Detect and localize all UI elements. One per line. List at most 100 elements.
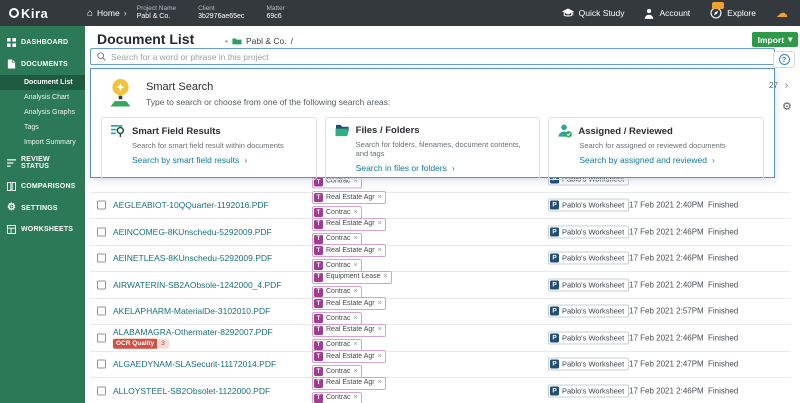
remove-tag-icon[interactable]: × [378,379,382,387]
table-row: ALLOYSTEEL-SB2Obsolet-1122000.PDF T Real… [90,378,791,403]
document-link[interactable]: ALLOYSTEEL-SB2Obsolet-1122000.PDF [113,386,270,396]
row-checkbox[interactable] [97,227,106,236]
document-link[interactable]: AEGLEABIOT-10QQuarter-1192016.PDF [113,200,269,210]
import-date: 17 Feb 2021 2:46PM [629,227,704,236]
sidebar-subitem-analysis-graphs[interactable]: Analysis Graphs [0,105,85,120]
tag-pill[interactable]: T Real Estate Agr × [312,191,386,204]
remove-tag-icon[interactable]: × [383,273,387,281]
remove-tag-icon[interactable]: × [354,315,358,323]
worksheet-badge[interactable]: P Pablo's Worksheet [548,358,629,371]
tag-icon: T [314,220,323,229]
row-checkbox[interactable] [97,201,106,210]
sidebar-item-comparisons[interactable]: COMPARISONS [0,176,85,197]
document-link[interactable]: AIRWATERIN-SB2AObsole-1242000_4.PDF [113,280,282,290]
tag-pill[interactable]: T Real Estate Agr × [312,350,386,363]
remove-tag-icon[interactable]: × [378,194,382,202]
card-smart-field-results[interactable]: Smart Field Results Search for smart fie… [101,117,317,180]
tag-pill[interactable]: T Equipment Lease × [312,271,392,284]
smart-search-subtitle: Type to search or choose from one of the… [146,97,390,107]
sidebar-subitem-document-list[interactable]: Document List [0,75,85,90]
row-checkbox[interactable] [97,254,106,263]
remove-tag-icon[interactable]: × [378,247,382,255]
sidebar-item-worksheets[interactable]: WORKSHEETS [0,219,85,240]
remove-tag-icon[interactable]: × [378,326,382,334]
ocr-quality-label: OCR Quality [113,339,157,350]
search-in-files-link[interactable]: Search in files or folders › [356,163,531,173]
tag-label: Contrac [326,288,351,296]
row-checkbox[interactable] [97,307,106,316]
row-checkbox[interactable] [97,280,106,289]
remove-tag-icon[interactable]: × [354,288,358,296]
sidebar-item-review-status[interactable]: REVIEW STATUS [0,150,85,176]
document-link[interactable]: AEINETLEAS-8KUnschedu-5292009.PDF [113,253,272,263]
client-label: Client [198,5,244,13]
explore-button[interactable]: Explore [710,7,756,19]
remove-tag-icon[interactable]: × [354,394,358,402]
sidebar-subitem-analysis-chart[interactable]: Analysis Chart [0,90,85,105]
remove-tag-icon[interactable]: × [354,235,358,243]
document-link[interactable]: ALABAMAGRA-Othermater-8292007.PDF [113,327,273,337]
worksheet-badge[interactable]: P Pablo's Worksheet [548,199,629,212]
help-button[interactable]: ? [773,51,795,68]
search-by-smart-field-link[interactable]: Search by smart field results › [132,155,307,165]
tag-icon: T [314,193,323,202]
table-row: AEGLEABIOT-10QQuarter-1192016.PDF T Real… [90,193,791,220]
remove-tag-icon[interactable]: × [378,300,382,308]
project-label: Project Name [137,5,176,13]
tag-label: Contrac [326,368,351,376]
row-checkbox[interactable] [97,360,106,369]
card-description: Search for folders, filenames, document … [356,140,531,158]
account-button[interactable]: Account [644,8,690,19]
home-button[interactable]: ⌂ Home [87,8,120,19]
import-label: Import [758,35,784,45]
card-files-folders[interactable]: Files / Folders Search for folders, file… [325,117,541,180]
card-assigned-reviewed[interactable]: Assigned / Reviewed Search for assigned … [548,117,764,180]
remove-tag-icon[interactable]: × [354,368,358,376]
tag-pill[interactable]: T Real Estate Agr × [312,324,386,337]
tag-pill[interactable]: T Contrac × [312,392,362,403]
row-checkbox[interactable] [97,386,106,395]
worksheet-badge[interactable]: P Pablo's Worksheet [548,252,629,265]
tag-pill[interactable]: T Real Estate Agr × [312,297,386,310]
tag-icon: T [314,394,323,403]
search-bar[interactable] [90,48,775,65]
kira-logo[interactable]: Kira [9,6,79,21]
worksheet-badge[interactable]: P Pablo's Worksheet [548,331,629,344]
worksheet-badge[interactable]: P Pablo's Worksheet [548,225,629,238]
breadcrumb[interactable]: • Pabl & Co. / [225,36,293,46]
tag-pill[interactable]: T Real Estate Agr × [312,244,386,257]
import-date: 17 Feb 2021 2:57PM [629,307,704,316]
home-label: Home [97,8,120,18]
table-row: ALGAEDYNAM-SLASecurit-11172014.PDF T Rea… [90,352,791,379]
sidebar-item-documents[interactable]: DOCUMENTS [0,53,85,75]
worksheet-badge[interactable]: P Pablo's Worksheet [548,384,629,397]
remove-tag-icon[interactable]: × [378,220,382,228]
status-text: Finished [708,280,738,289]
worksheet-badge[interactable]: P Pablo's Worksheet [548,278,629,291]
sidebar-subitem-import-summary[interactable]: Import Summary [0,135,85,150]
table-settings-gear-icon[interactable]: ⚙ [782,100,792,113]
remove-tag-icon[interactable]: × [354,262,358,270]
cloud-upload-icon[interactable]: ☁ [776,6,788,20]
table-row: ALABAMAGRA-Othermater-8292007.PDF OCR Qu… [90,325,791,352]
next-page-icon[interactable]: › [785,80,788,91]
document-link[interactable]: AEINCOMEG-8KUnschedu-5292009.PDF [113,227,272,237]
worksheet-badge[interactable]: P Pablo's Worksheet [548,305,629,318]
graduation-cap-icon [562,8,574,18]
remove-tag-icon[interactable]: × [354,341,358,349]
document-link[interactable]: AKELAPHARM-MaterialDe-3102010.PDF [113,306,270,316]
sidebar-item-settings[interactable]: ⚙ SETTINGS [0,197,85,219]
row-checkbox[interactable] [97,333,106,342]
search-by-assigned-link[interactable]: Search by assigned and reviewed › [579,155,754,165]
remove-tag-icon[interactable]: × [378,353,382,361]
sidebar-item-dashboard[interactable]: DASHBOARD [0,32,85,53]
quick-study-button[interactable]: Quick Study [562,8,625,18]
sidebar-subitem-tags[interactable]: Tags [0,120,85,135]
remove-tag-icon[interactable]: × [354,209,358,217]
search-input[interactable] [111,52,768,62]
import-button[interactable]: Import ▾ [752,32,798,47]
document-link[interactable]: ALGAEDYNAM-SLASecurit-11172014.PDF [113,359,276,369]
tag-pill[interactable]: T Real Estate Agr × [312,377,386,390]
tag-icon: T [314,314,323,323]
tag-pill[interactable]: T Real Estate Agr × [312,218,386,231]
